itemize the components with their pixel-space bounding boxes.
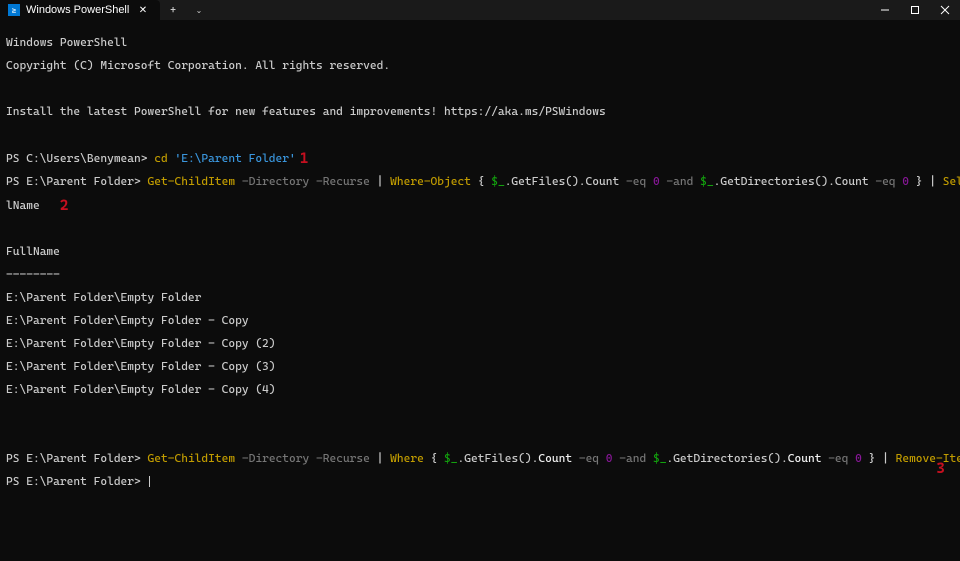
blank-line [6, 430, 960, 442]
terminal-body[interactable]: Windows PowerShell Copyright (C) Microso… [0, 20, 960, 499]
header-line: Copyright (C) Microsoft Corporation. All… [6, 60, 960, 72]
command-line-2b: lName2 [6, 199, 960, 212]
close-tab-icon[interactable]: ✕ [136, 3, 150, 17]
output-header: FullName [6, 246, 960, 258]
output-row: E:\Parent Folder\Empty Folder - Copy (4) [6, 384, 960, 396]
blank-line [6, 407, 960, 419]
prompt-line: PS E:\Parent Folder> [6, 476, 960, 488]
blank-line [6, 223, 960, 235]
command-line-3: PS E:\Parent Folder> Get-ChildItem -Dire… [6, 453, 960, 465]
command-line-2: PS E:\Parent Folder> Get-ChildItem -Dire… [6, 176, 960, 188]
minimize-button[interactable] [870, 0, 900, 20]
tab-title: Windows PowerShell [26, 4, 129, 16]
window-controls [870, 0, 960, 20]
command-line-1: PS C:\Users\Benymean> cd 'E:\Parent Fold… [6, 152, 960, 165]
maximize-button[interactable] [900, 0, 930, 20]
blank-line [6, 83, 960, 95]
blank-line [6, 129, 960, 141]
output-row: E:\Parent Folder\Empty Folder [6, 292, 960, 304]
powershell-icon: ≥ [8, 4, 20, 16]
annotation-3: 3 [936, 463, 945, 475]
header-line: Windows PowerShell [6, 37, 960, 49]
annotation-1: 1 [300, 149, 309, 167]
close-button[interactable] [930, 0, 960, 20]
output-divider: -------- [6, 269, 960, 281]
header-line: Install the latest PowerShell for new fe… [6, 106, 960, 118]
output-row: E:\Parent Folder\Empty Folder - Copy (2) [6, 338, 960, 350]
new-tab-button[interactable]: + [160, 0, 186, 20]
output-row: E:\Parent Folder\Empty Folder - Copy (3) [6, 361, 960, 373]
titlebar: ≥ Windows PowerShell ✕ + ⌄ [0, 0, 960, 20]
annotation-2: 2 [60, 196, 69, 214]
tab-dropdown-button[interactable]: ⌄ [186, 0, 212, 20]
tab-powershell[interactable]: ≥ Windows PowerShell ✕ [0, 0, 160, 20]
cursor [149, 476, 150, 487]
tab-actions: + ⌄ [160, 0, 212, 20]
output-row: E:\Parent Folder\Empty Folder - Copy [6, 315, 960, 327]
